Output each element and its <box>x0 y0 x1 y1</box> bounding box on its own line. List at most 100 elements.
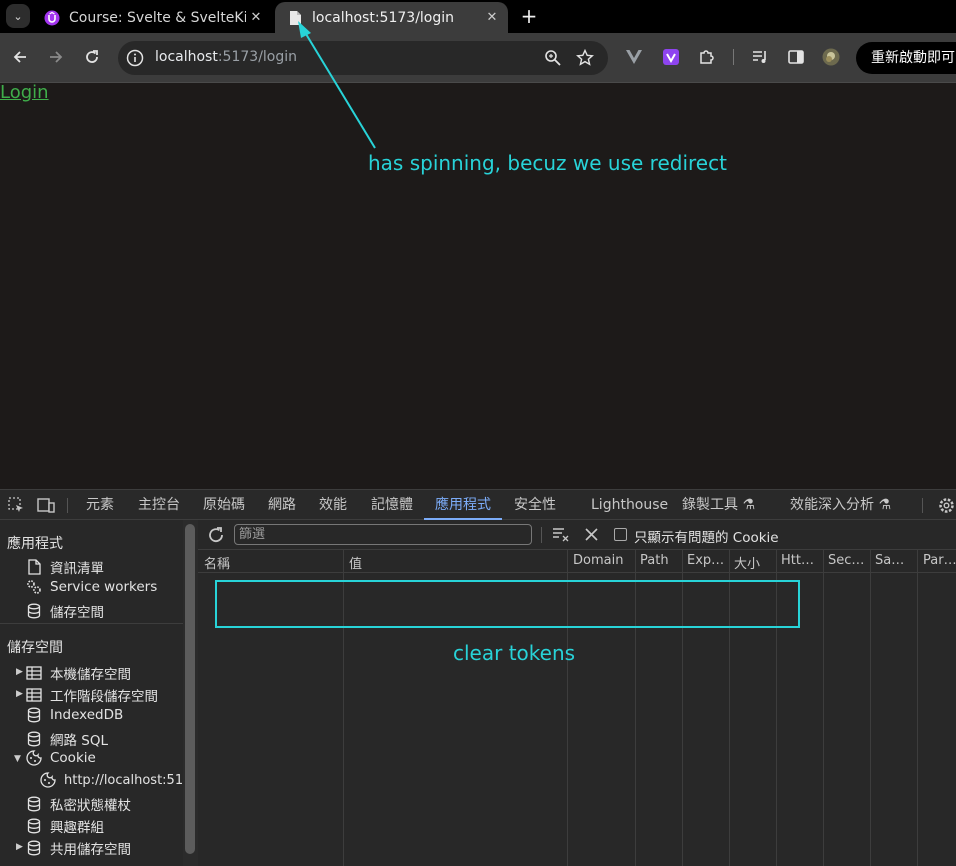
annotation-clear-tokens: clear tokens <box>453 641 576 665</box>
column-samesite[interactable]: Sa… <box>875 553 904 568</box>
tab-title: Course: Svelte & SvelteKit <box>69 9 246 26</box>
devtools-tab-performance-insights[interactable]: 效能深入分析 ⚗ <box>790 490 891 520</box>
devtools-tabbar: 元素 主控台 原始碼 網路 效能 記憶體 應用程式 安全性 Lighthouse… <box>0 489 956 520</box>
forward-button[interactable] <box>44 45 68 69</box>
vue-devtools-icon[interactable] <box>625 48 643 66</box>
arrow-left-icon <box>13 51 26 63</box>
column-divider <box>823 550 824 866</box>
inspect-element-icon[interactable] <box>8 497 25 514</box>
tab-search-button[interactable]: ⌄ <box>6 4 30 28</box>
tab-course[interactable]: Course: Svelte & SvelteKit ✕ <box>32 2 272 33</box>
address-bar[interactable]: localhost:5173/login <box>118 41 608 75</box>
devtools-tab-performance[interactable]: 效能 <box>319 490 347 520</box>
loading-page-icon <box>287 10 303 26</box>
expand-arrow-icon[interactable]: ▶ <box>16 842 23 852</box>
database-icon <box>26 818 42 834</box>
application-sidebar: 應用程式 資訊清單 Service workers 儲存空間 儲存空間 ▶ 本機… <box>0 520 183 866</box>
settings-gear-icon[interactable] <box>937 496 956 515</box>
devtools-tab-memory[interactable]: 記憶體 <box>371 490 413 520</box>
collapse-arrow-icon[interactable]: ▼ <box>14 754 21 764</box>
database-icon <box>26 603 42 619</box>
devtools-tab-security[interactable]: 安全性 <box>514 490 556 520</box>
flask-icon: ⚗ <box>878 497 892 513</box>
sidebar-item-cookie[interactable]: Cookie <box>26 750 96 766</box>
device-toolbar-icon[interactable] <box>37 497 56 514</box>
cookies-filter-bar: 篩選 只顯示有問題的 Cookie <box>198 520 956 550</box>
only-issues-label[interactable]: 只顯示有問題的 Cookie <box>634 526 779 546</box>
sidebar-item-private-state-tokens[interactable]: 私密狀態權杖 <box>26 794 131 814</box>
url-text[interactable]: localhost:5173/login <box>155 49 297 65</box>
tabbar-divider <box>67 498 68 513</box>
devtools-tab-sources[interactable]: 原始碼 <box>203 490 245 520</box>
tab-title: localhost:5173/login <box>312 9 455 26</box>
star-icon <box>576 49 594 66</box>
devtools-tab-network[interactable]: 網路 <box>268 490 296 520</box>
expand-arrow-icon[interactable]: ▶ <box>16 689 23 699</box>
new-tab-button[interactable]: + <box>518 4 540 28</box>
column-divider <box>870 550 871 866</box>
table-icon <box>26 665 42 681</box>
devtools-panel: 元素 主控台 原始碼 網路 效能 記憶體 應用程式 安全性 Lighthouse… <box>0 489 956 866</box>
refresh-icon[interactable] <box>207 526 225 544</box>
devtools-tab-console[interactable]: 主控台 <box>138 490 180 520</box>
sidebar-item-service-workers[interactable]: Service workers <box>26 579 157 595</box>
media-queue-icon[interactable] <box>751 48 769 66</box>
devtools-tab-application[interactable]: 應用程式 <box>424 490 502 520</box>
column-name[interactable]: 名稱 <box>204 553 230 572</box>
close-icon[interactable]: ✕ <box>246 10 266 25</box>
sidebar-item-shared-storage[interactable]: 共用儲存空間 <box>26 838 131 858</box>
expand-arrow-icon[interactable]: ▶ <box>16 667 23 677</box>
column-secure[interactable]: Sec… <box>828 553 864 568</box>
profile-avatar-icon[interactable] <box>822 48 840 66</box>
column-domain[interactable]: Domain <box>573 553 623 568</box>
cookies-filter-input[interactable]: 篩選 <box>234 524 532 545</box>
udemy-icon <box>44 10 60 26</box>
sidebar-item-interest-groups[interactable]: 興趣群組 <box>26 816 104 836</box>
column-path[interactable]: Path <box>640 553 669 568</box>
toolbar-divider <box>733 49 734 65</box>
sidebar-header-storage: 儲存空間 <box>7 640 63 656</box>
sidebar-divider <box>0 623 183 624</box>
column-partition[interactable]: Par… <box>923 553 956 568</box>
back-button[interactable] <box>8 45 32 69</box>
tab-login[interactable]: localhost:5173/login ✕ <box>275 2 508 33</box>
devtools-tab-elements[interactable]: 元素 <box>86 490 114 520</box>
puzzle-icon[interactable] <box>698 48 716 66</box>
sidebar-item-manifest[interactable]: 資訊清單 <box>26 557 104 577</box>
extension-shield-icon[interactable] <box>662 48 680 66</box>
devtools-tab-lighthouse[interactable]: Lighthouse <box>591 490 668 520</box>
side-panel-icon[interactable] <box>787 48 805 66</box>
column-size[interactable]: 大小 <box>734 553 760 572</box>
zoom-icon <box>545 50 561 66</box>
devtools-tab-recorder[interactable]: 錄製工具 ⚗ <box>682 490 755 520</box>
annotation-highlight-box <box>215 580 800 628</box>
filter-divider <box>541 527 542 543</box>
only-issues-checkbox[interactable] <box>614 528 627 541</box>
cookie-icon <box>26 750 42 766</box>
sidebar-item-session-storage[interactable]: 工作階段儲存空間 <box>26 685 158 705</box>
clear-all-icon[interactable] <box>585 528 598 541</box>
login-link[interactable]: Login <box>0 82 49 103</box>
sidebar-item-cookie-origin[interactable]: http://localhost:5173 <box>40 772 183 788</box>
database-icon <box>26 796 42 812</box>
sidebar-item-storage[interactable]: 儲存空間 <box>26 601 104 621</box>
sidebar-scrollbar[interactable] <box>183 520 198 866</box>
column-httponly[interactable]: Htt… <box>781 553 814 568</box>
close-icon[interactable]: ✕ <box>482 10 502 25</box>
chevron-down-icon: ⌄ <box>13 9 23 23</box>
scrollbar-thumb[interactable] <box>185 524 195 854</box>
restart-to-update-button[interactable]: 重新啟動即可 <box>856 42 956 74</box>
column-expires[interactable]: Exp… <box>687 553 724 568</box>
clear-filtered-icon[interactable] <box>552 526 570 542</box>
database-icon <box>26 707 42 723</box>
cookie-icon <box>40 772 56 788</box>
cookies-table-header: 名稱 值 Domain Path Exp… 大小 Htt… Sec… Sa… P… <box>198 550 956 573</box>
sidebar-item-indexeddb[interactable]: IndexedDB <box>26 707 123 723</box>
gears-icon <box>26 579 42 595</box>
table-icon <box>26 687 42 703</box>
reload-icon <box>86 50 98 63</box>
sidebar-item-web-sql[interactable]: 網路 SQL <box>26 729 108 749</box>
sidebar-item-local-storage[interactable]: 本機儲存空間 <box>26 663 131 683</box>
reload-button[interactable] <box>80 45 104 69</box>
column-value[interactable]: 值 <box>349 553 362 572</box>
